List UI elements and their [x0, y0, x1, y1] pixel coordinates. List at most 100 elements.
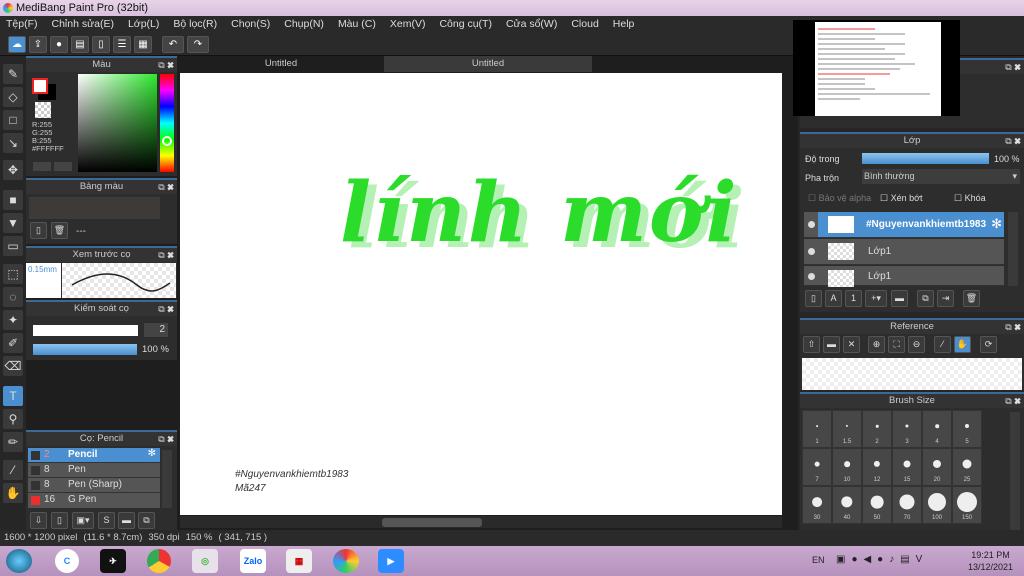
panel-close-icon[interactable]: ⧉ ✖: [1005, 320, 1021, 334]
move-tool-icon[interactable]: ✥: [3, 160, 23, 180]
cloud-icon[interactable]: ☁: [8, 36, 26, 53]
scrollbar-thumb[interactable]: [382, 518, 482, 527]
select-eraser-icon[interactable]: ⌫: [3, 356, 23, 376]
menu-window[interactable]: Cửa sổ(W): [506, 16, 557, 33]
add-brush-dropdown-icon[interactable]: ▣▾: [72, 512, 94, 529]
eraser-tool-icon[interactable]: ◇: [3, 87, 23, 107]
rotate-icon[interactable]: ⟳: [980, 336, 997, 353]
eyedropper-icon[interactable]: ⁄: [934, 336, 951, 353]
brush-item-pen[interactable]: 8 Pen: [28, 463, 160, 478]
clock[interactable]: 19:21 PM 13/12/2021: [968, 549, 1013, 573]
hand-icon[interactable]: ✋: [954, 336, 971, 353]
cloud-download-icon[interactable]: ⇩: [30, 512, 47, 529]
blend-mode-select[interactable]: Bình thường ▾: [862, 169, 1020, 184]
merge-layer-icon[interactable]: ⇥: [937, 290, 954, 307]
duplicate-icon[interactable]: ⧉: [138, 512, 155, 529]
new-1bit-layer-icon[interactable]: 1: [845, 290, 862, 307]
magic-wand-icon[interactable]: ✦: [3, 310, 23, 330]
layer-opacity-slider[interactable]: [862, 153, 989, 164]
hue-slider[interactable]: [160, 74, 174, 172]
brush-size-input[interactable]: 2: [144, 323, 168, 337]
brush-size-option[interactable]: 2: [862, 410, 892, 448]
brush-list-scrollbar[interactable]: [162, 450, 172, 508]
unikey-icon[interactable]: ▦: [286, 549, 312, 573]
drawing-canvas[interactable]: lính mới #Nguyenvankhiemtb1983 Mã247: [180, 73, 782, 515]
brush-size-option[interactable]: 40: [832, 486, 862, 524]
language-indicator[interactable]: EN: [812, 555, 825, 565]
add-layer-dropdown-icon[interactable]: +▾: [865, 290, 887, 307]
folder-icon[interactable]: ▬: [118, 512, 135, 529]
gear-icon[interactable]: ✻: [991, 216, 1002, 232]
layer-item-1[interactable]: Lớp1: [804, 239, 1004, 265]
coccoc-green-icon[interactable]: ◎: [192, 549, 218, 573]
menu-color[interactable]: Màu (C): [338, 16, 376, 33]
select-rect-icon[interactable]: ⬚: [3, 264, 23, 284]
share-icon[interactable]: ⇪: [29, 36, 47, 53]
layer-item-text[interactable]: #Nguyenvankhiemtb1983 ✻: [818, 212, 1004, 238]
brush-size-option[interactable]: 15: [892, 448, 922, 486]
panel-close-icon[interactable]: ⧉ ✖: [1005, 134, 1021, 148]
menu-snap[interactable]: Chụp(N): [284, 16, 324, 33]
new-halftone-layer-icon[interactable]: A: [825, 290, 842, 307]
lock-checkbox[interactable]: ☐ Khóa: [954, 193, 986, 204]
panel-close-icon[interactable]: ⧉ ✖: [1005, 394, 1021, 408]
delete-palette-icon[interactable]: 🗑: [51, 222, 68, 239]
menu-layer[interactable]: Lớp(L): [128, 16, 159, 33]
visibility-icon[interactable]: [808, 273, 815, 280]
reference-image-area[interactable]: [802, 358, 1022, 390]
brush-size-option[interactable]: 10: [832, 448, 862, 486]
brush-size-option[interactable]: 100: [922, 486, 952, 524]
horizontal-scrollbar[interactable]: [180, 516, 782, 528]
visibility-icon[interactable]: [808, 248, 815, 255]
select-pen-icon[interactable]: ✐: [3, 333, 23, 353]
brush-size-option[interactable]: 25: [952, 448, 982, 486]
brush-item-pen-sharp[interactable]: 8 Pen (Sharp): [28, 478, 160, 493]
panel-close-icon[interactable]: ⧉ ✖: [158, 248, 174, 262]
page-icon[interactable]: ▯: [92, 36, 110, 53]
new-layer-icon[interactable]: ▯: [805, 290, 822, 307]
tab-untitled-2[interactable]: Untitled: [384, 56, 592, 72]
delete-layer-icon[interactable]: 🗑: [963, 290, 980, 307]
new-brush-icon[interactable]: ▯: [51, 512, 68, 529]
brush-size-option[interactable]: 1.5: [832, 410, 862, 448]
menu-view[interactable]: Xem(V): [390, 16, 426, 33]
menu-select[interactable]: Chọn(S): [231, 16, 270, 33]
brush-item-g-pen[interactable]: 16 G Pen: [28, 493, 160, 508]
transparent-color[interactable]: [35, 102, 51, 118]
rectangle-tool-icon[interactable]: □: [3, 110, 23, 130]
open-folder-icon[interactable]: ▬: [823, 336, 840, 353]
clip-checkbox[interactable]: ☐ Xén bớt: [880, 193, 923, 204]
brush-tool-icon[interactable]: ✎: [3, 64, 23, 84]
capcut-icon[interactable]: ✈: [100, 549, 126, 573]
chrome-icon[interactable]: [147, 549, 171, 573]
brush-opacity-slider[interactable]: [33, 344, 137, 355]
brush-size-option[interactable]: 50: [862, 486, 892, 524]
brush-size-option[interactable]: 5: [952, 410, 982, 448]
folder-icon[interactable]: ▬: [891, 290, 908, 307]
brush-size-option[interactable]: 70: [892, 486, 922, 524]
divide-tool-icon[interactable]: ✏: [3, 432, 23, 452]
speech-bubble-icon[interactable]: ●: [50, 36, 68, 53]
brush-size-option[interactable]: 7: [802, 448, 832, 486]
zoom-out-icon[interactable]: ⊖: [908, 336, 925, 353]
brush-size-scrollbar[interactable]: [1010, 412, 1020, 530]
saturation-value-picker[interactable]: [78, 74, 157, 172]
zalo-icon[interactable]: Zalo: [240, 549, 266, 573]
menu-tools[interactable]: Công cụ(T): [439, 16, 492, 33]
bucket-tool-icon[interactable]: ▼: [3, 213, 23, 233]
window-preview-thumbnail[interactable]: [793, 20, 960, 116]
zoom-app-icon[interactable]: ▶: [378, 549, 404, 573]
protect-alpha-checkbox[interactable]: ☐ Bảo vệ alpha: [808, 193, 871, 204]
tray-icons[interactable]: ▣●◀●♪▤V: [836, 554, 928, 565]
menu-file[interactable]: Tệp(F): [6, 16, 38, 33]
new-palette-icon[interactable]: ▯: [30, 222, 47, 239]
tab-untitled-1[interactable]: Untitled: [180, 56, 382, 72]
grid-icon[interactable]: ▦: [134, 36, 152, 53]
brush-size-slider[interactable]: [33, 325, 138, 336]
menu-filter[interactable]: Bộ lọc(R): [173, 16, 217, 33]
coccoc-icon[interactable]: C: [55, 549, 79, 573]
brush-size-option[interactable]: 4: [922, 410, 952, 448]
brush-size-option[interactable]: 12: [862, 448, 892, 486]
redo-icon[interactable]: ↷: [187, 36, 209, 53]
gradient-tool-icon[interactable]: ▭: [3, 236, 23, 256]
